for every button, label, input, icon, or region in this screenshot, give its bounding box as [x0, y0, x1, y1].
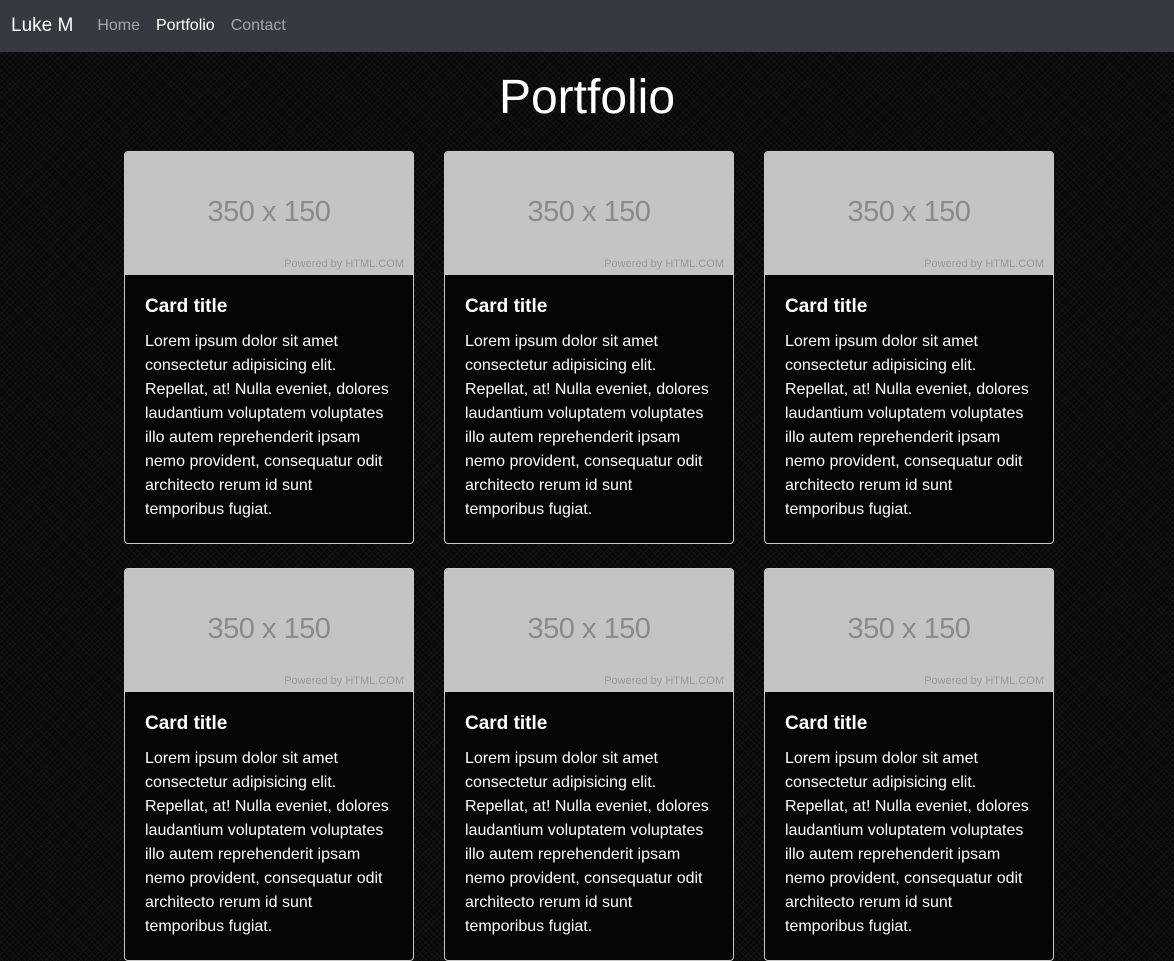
card-title: Card title — [465, 296, 548, 317]
card-title: Card title — [785, 296, 868, 317]
portfolio-card: 350 x 150 Powered by HTML.COM Card title… — [764, 568, 1054, 961]
card-body: Card title Lorem ipsum dolor sit amet co… — [445, 275, 733, 543]
image-credit-label: Powered by HTML.COM — [284, 258, 404, 270]
card-title: Card title — [785, 713, 868, 734]
image-credit-label: Powered by HTML.COM — [604, 675, 724, 687]
card-text: Lorem ipsum dolor sit amet consectetur a… — [785, 333, 1029, 518]
card-title: Card title — [145, 296, 228, 317]
card-body: Card title Lorem ipsum dolor sit amet co… — [765, 692, 1053, 960]
card-text: Lorem ipsum dolor sit amet consectetur a… — [785, 750, 1029, 935]
card-image-placeholder: 350 x 150 Powered by HTML.COM — [125, 569, 413, 692]
card-title: Card title — [465, 713, 548, 734]
card-text: Lorem ipsum dolor sit amet consectetur a… — [145, 750, 389, 935]
card-body: Card title Lorem ipsum dolor sit amet co… — [765, 275, 1053, 543]
image-credit-label: Powered by HTML.COM — [924, 675, 1044, 687]
card-text: Lorem ipsum dolor sit amet consectetur a… — [465, 750, 709, 935]
portfolio-card: 350 x 150 Powered by HTML.COM Card title… — [444, 151, 734, 544]
card-body: Card title Lorem ipsum dolor sit amet co… — [125, 692, 413, 960]
portfolio-card: 350 x 150 Powered by HTML.COM Card title… — [444, 568, 734, 961]
nav-link-portfolio[interactable]: Portfolio — [156, 17, 215, 35]
card-body: Card title Lorem ipsum dolor sit amet co… — [445, 692, 733, 960]
image-dimensions-label: 350 x 150 — [847, 613, 971, 645]
page-title: Portfolio — [498, 71, 676, 124]
image-credit-label: Powered by HTML.COM — [604, 258, 724, 270]
top-navbar: Luke M Home Portfolio Contact — [0, 0, 1174, 52]
navbar-brand[interactable]: Luke M — [11, 15, 73, 37]
nav-link-home[interactable]: Home — [97, 17, 140, 35]
card-image-placeholder: 350 x 150 Powered by HTML.COM — [445, 569, 733, 692]
card-text: Lorem ipsum dolor sit amet consectetur a… — [465, 333, 709, 518]
card-image-placeholder: 350 x 150 Powered by HTML.COM — [445, 152, 733, 275]
card-image-placeholder: 350 x 150 Powered by HTML.COM — [125, 152, 413, 275]
image-dimensions-label: 350 x 150 — [527, 613, 651, 645]
image-dimensions-label: 350 x 150 — [207, 613, 331, 645]
image-credit-label: Powered by HTML.COM — [284, 675, 404, 687]
card-text: Lorem ipsum dolor sit amet consectetur a… — [145, 333, 389, 518]
portfolio-card: 350 x 150 Powered by HTML.COM Card title… — [124, 151, 414, 544]
image-credit-label: Powered by HTML.COM — [924, 258, 1044, 270]
image-dimensions-label: 350 x 150 — [527, 196, 651, 228]
card-image-placeholder: 350 x 150 Powered by HTML.COM — [765, 152, 1053, 275]
image-dimensions-label: 350 x 150 — [207, 196, 331, 228]
portfolio-card: 350 x 150 Powered by HTML.COM Card title… — [124, 568, 414, 961]
card-grid: 350 x 150 Powered by HTML.COM Card title… — [124, 151, 1054, 961]
card-image-placeholder: 350 x 150 Powered by HTML.COM — [765, 569, 1053, 692]
nav-link-contact[interactable]: Contact — [231, 17, 286, 35]
card-title: Card title — [145, 713, 228, 734]
card-body: Card title Lorem ipsum dolor sit amet co… — [125, 275, 413, 543]
portfolio-card: 350 x 150 Powered by HTML.COM Card title… — [764, 151, 1054, 544]
image-dimensions-label: 350 x 150 — [847, 196, 971, 228]
